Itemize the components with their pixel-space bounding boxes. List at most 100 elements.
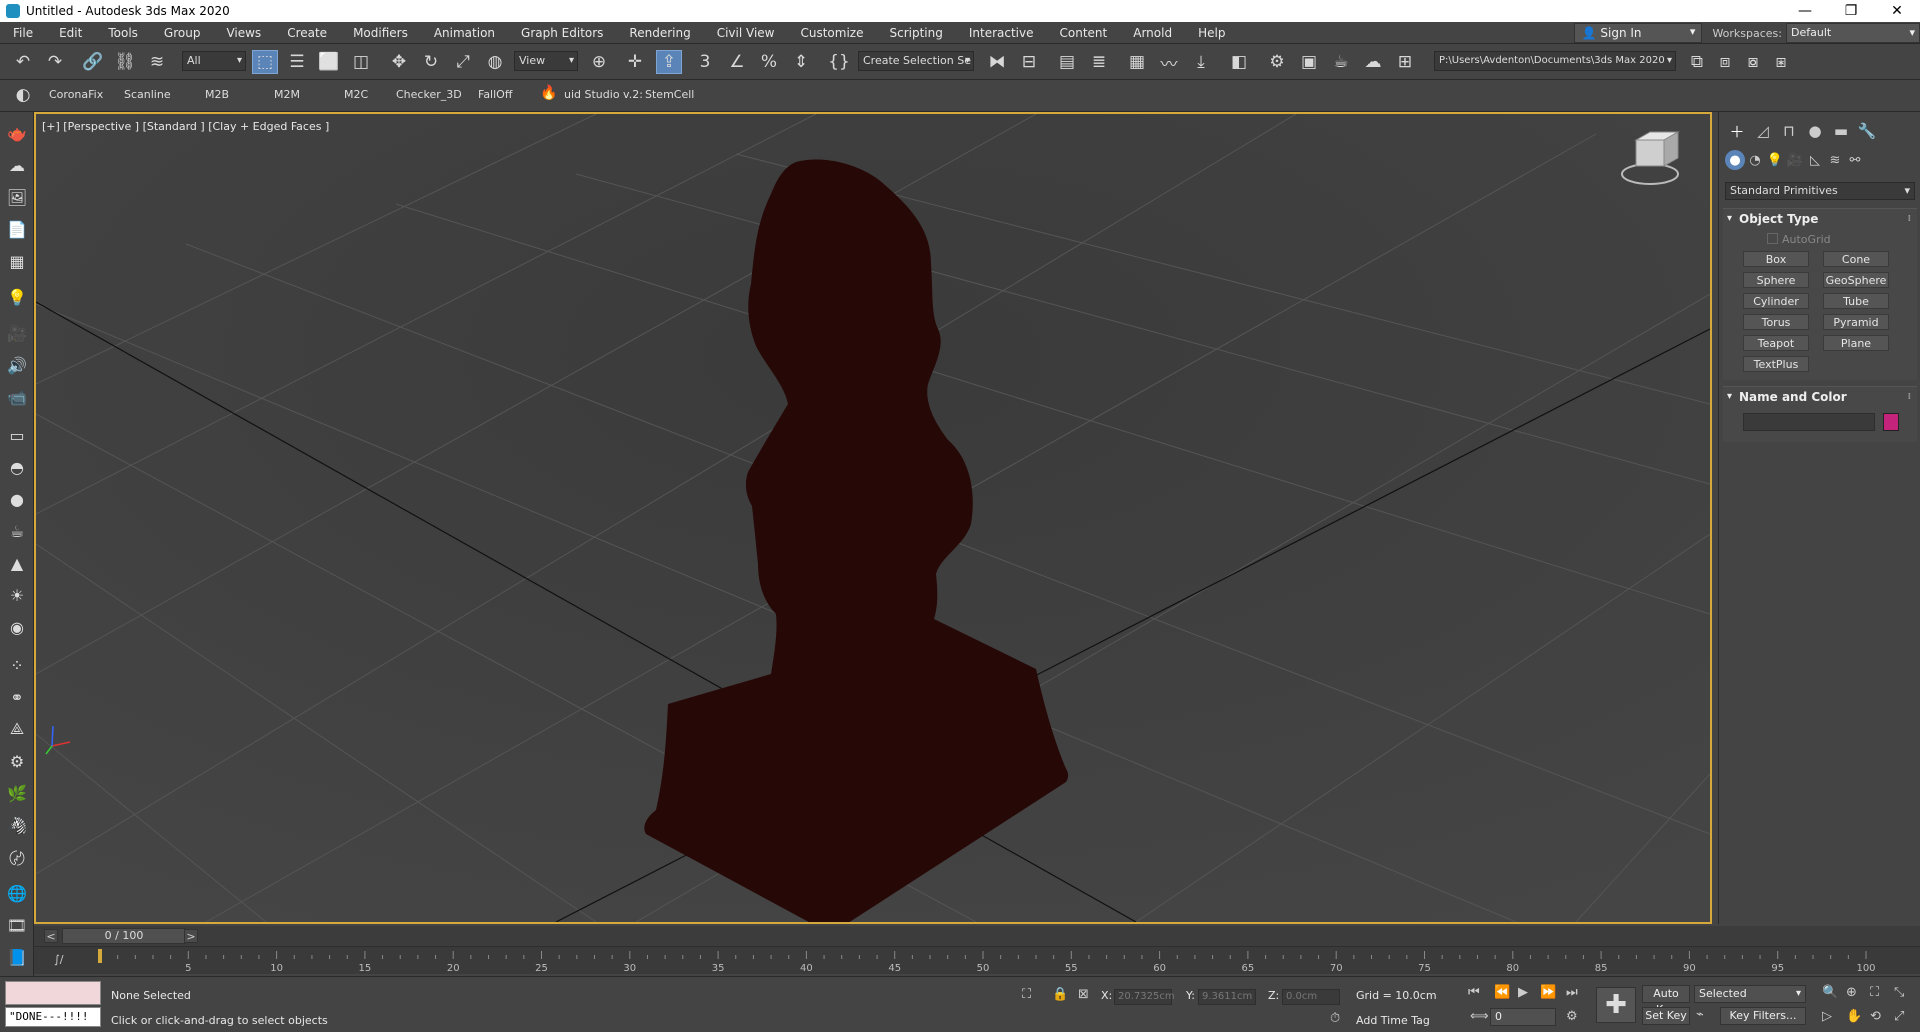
menu-customize[interactable]: Customize bbox=[787, 22, 876, 44]
link-icon[interactable]: 🔗 bbox=[80, 50, 106, 74]
maxscript-listener-output[interactable]: "DONE---!!!! bbox=[5, 1007, 101, 1027]
curve-editor-icon[interactable]: 〰 bbox=[1156, 50, 1182, 75]
minimize-button[interactable]: — bbox=[1782, 0, 1828, 22]
teapot-icon[interactable]: 🫖 bbox=[6, 122, 28, 144]
shapes-icon[interactable]: ◔ bbox=[1745, 150, 1765, 170]
time-next-button[interactable]: > bbox=[184, 929, 198, 943]
menu-tools[interactable]: Tools bbox=[95, 22, 151, 44]
edit-named-selection-icon[interactable]: {} bbox=[826, 50, 852, 74]
go-to-start-icon[interactable]: ⏮ bbox=[1468, 985, 1480, 1000]
teapot-primitive-icon[interactable]: ☕ bbox=[6, 520, 28, 542]
time-slider-thumb[interactable]: 0 / 100 bbox=[62, 928, 186, 944]
scale-icon[interactable]: ⤢ bbox=[450, 50, 476, 74]
align-icon[interactable]: ⊟ bbox=[1016, 50, 1042, 74]
select-by-name-icon[interactable]: ☰ bbox=[284, 50, 310, 74]
render-production-icon[interactable]: ☕ bbox=[1328, 50, 1354, 74]
time-tag-icon[interactable]: ⏱ bbox=[1330, 1011, 1340, 1026]
tool-coronafix[interactable]: CoronaFix bbox=[49, 88, 103, 101]
mirror-icon[interactable]: ⧓ bbox=[984, 50, 1010, 74]
camera-rig-icon[interactable]: 🎥 bbox=[6, 322, 28, 344]
render-frame-icon[interactable]: 🎞 bbox=[6, 914, 28, 936]
cylinder-button[interactable]: Cylinder bbox=[1743, 293, 1809, 309]
cameras-icon[interactable]: 🎥 bbox=[1785, 150, 1805, 170]
material-ball-icon[interactable]: ◉ bbox=[6, 616, 28, 638]
box-button[interactable]: Box bbox=[1743, 251, 1809, 267]
hair-icon[interactable]: 〄 bbox=[6, 846, 28, 868]
gear-icon[interactable]: ⚙ bbox=[6, 750, 28, 772]
render-grid-icon[interactable]: ⊞ bbox=[1392, 50, 1418, 74]
menu-graph-editors[interactable]: Graph Editors bbox=[508, 22, 616, 44]
x-coordinate-field[interactable]: 20.7325cm bbox=[1114, 989, 1175, 1005]
move-icon[interactable]: ✥ bbox=[386, 50, 412, 74]
z-coordinate-field[interactable]: 0.0cm bbox=[1282, 989, 1340, 1005]
time-configuration-icon[interactable]: ⚙ bbox=[1566, 1009, 1578, 1024]
material-editor-icon[interactable]: ◧ bbox=[1226, 50, 1252, 74]
plane-icon[interactable]: ▭ bbox=[6, 424, 28, 446]
geometry-icon[interactable]: ● bbox=[1725, 150, 1745, 170]
zoom-extents-icon[interactable]: ⛶ bbox=[1870, 985, 1879, 1000]
previous-frame-icon[interactable]: ⏪ bbox=[1494, 985, 1510, 1000]
menu-rendering[interactable]: Rendering bbox=[616, 22, 703, 44]
bind-space-warp-icon[interactable]: ≋ bbox=[144, 50, 170, 74]
snaps-toggle-icon[interactable]: 3 bbox=[692, 50, 718, 74]
play-icon[interactable]: ▶ bbox=[1518, 985, 1528, 1000]
motion-tab-icon[interactable]: ● bbox=[1803, 120, 1827, 142]
light-icon[interactable]: 💡 bbox=[6, 286, 28, 308]
add-time-tag[interactable]: Add Time Tag bbox=[1356, 1014, 1430, 1027]
y-coordinate-field[interactable]: 9.3611cm bbox=[1198, 989, 1256, 1005]
perspective-viewport[interactable]: [+] [Perspective ] [Standard ] [Clay + E… bbox=[34, 112, 1712, 924]
angle-snap-icon[interactable]: ∠ bbox=[724, 50, 750, 74]
render-setup-icon[interactable]: ⚙ bbox=[1264, 50, 1290, 74]
sun-icon[interactable]: ☀ bbox=[6, 584, 28, 606]
document-icon[interactable]: 📄 bbox=[6, 218, 28, 240]
current-frame-spinner[interactable]: 0 bbox=[1490, 1008, 1556, 1026]
maxscript-listener-input[interactable] bbox=[5, 981, 101, 1005]
keyboard-shortcut-override-icon[interactable]: ⇪ bbox=[656, 50, 682, 74]
percent-snap-icon[interactable]: % bbox=[756, 50, 782, 74]
orbit-icon[interactable]: ⟲ bbox=[1870, 1009, 1881, 1024]
particles-icon[interactable]: ⁘ bbox=[6, 654, 28, 676]
display-tab-icon[interactable]: ▬ bbox=[1829, 120, 1853, 142]
tool-m2c[interactable]: M2C bbox=[344, 88, 368, 101]
object-color-swatch[interactable] bbox=[1883, 413, 1899, 431]
current-frame-marker[interactable] bbox=[98, 949, 102, 963]
tube-button[interactable]: Tube bbox=[1823, 293, 1889, 309]
teapot-button[interactable]: Teapot bbox=[1743, 335, 1809, 351]
geosphere-button[interactable]: GeoSphere bbox=[1823, 272, 1889, 288]
cloud-icon[interactable]: ☁ bbox=[6, 154, 28, 176]
scene-explorer-icon[interactable]: ▤ bbox=[1054, 50, 1080, 74]
open-project-icon[interactable]: ⧉ bbox=[1684, 50, 1710, 74]
menu-animation[interactable]: Animation bbox=[421, 22, 508, 44]
time-slider[interactable]: < 0 / 100 > bbox=[34, 926, 1920, 946]
isolate-selection-icon[interactable]: ⛶ bbox=[1022, 987, 1031, 1002]
menu-scripting[interactable]: Scripting bbox=[876, 22, 955, 44]
rendered-frame-window-icon[interactable]: ▣ bbox=[1296, 50, 1322, 74]
window-crossing-icon[interactable]: ◫ bbox=[348, 50, 374, 74]
workspace-dropdown[interactable]: Default bbox=[1786, 23, 1920, 43]
zoom-all-icon[interactable]: ⊕ bbox=[1846, 985, 1857, 1000]
video-camera-icon[interactable]: 📹 bbox=[6, 386, 28, 408]
time-prev-button[interactable]: < bbox=[44, 929, 58, 943]
dome-icon[interactable]: ◓ bbox=[6, 456, 28, 478]
pyramid-button[interactable]: Pyramid bbox=[1823, 314, 1889, 330]
grass-icon[interactable]: 🌿 bbox=[6, 782, 28, 804]
spinner-snap-icon[interactable]: ⇕ bbox=[788, 50, 814, 74]
tool-scanline[interactable]: Scanline bbox=[124, 88, 171, 101]
close-button[interactable]: ✕ bbox=[1874, 0, 1920, 22]
globe-icon[interactable]: 🌐 bbox=[6, 882, 28, 904]
space-warps-icon[interactable]: ≋ bbox=[1825, 150, 1845, 170]
key-tangent-icon[interactable]: ⌁ bbox=[1696, 1007, 1704, 1022]
menu-content[interactable]: Content bbox=[1047, 22, 1121, 44]
reference-coordinate-dropdown[interactable]: View bbox=[514, 51, 578, 71]
utilities-tab-icon[interactable]: 🔧 bbox=[1855, 120, 1879, 142]
menu-file[interactable]: File bbox=[0, 22, 46, 44]
selection-filter-dropdown[interactable]: All bbox=[182, 51, 246, 71]
project-icon-2[interactable]: ⧈ bbox=[1712, 50, 1738, 74]
set-keys-big-icon[interactable]: ✚ bbox=[1596, 987, 1636, 1023]
menu-edit[interactable]: Edit bbox=[46, 22, 95, 44]
key-mode-dropdown[interactable]: Selected bbox=[1694, 985, 1806, 1003]
named-selection-set-dropdown[interactable]: Create Selection Se bbox=[858, 51, 974, 71]
tool-m2m[interactable]: M2M bbox=[274, 88, 300, 101]
systems-icon[interactable]: ⚯ bbox=[1845, 150, 1865, 170]
schematic-view-icon[interactable]: ⤓ bbox=[1188, 50, 1214, 74]
